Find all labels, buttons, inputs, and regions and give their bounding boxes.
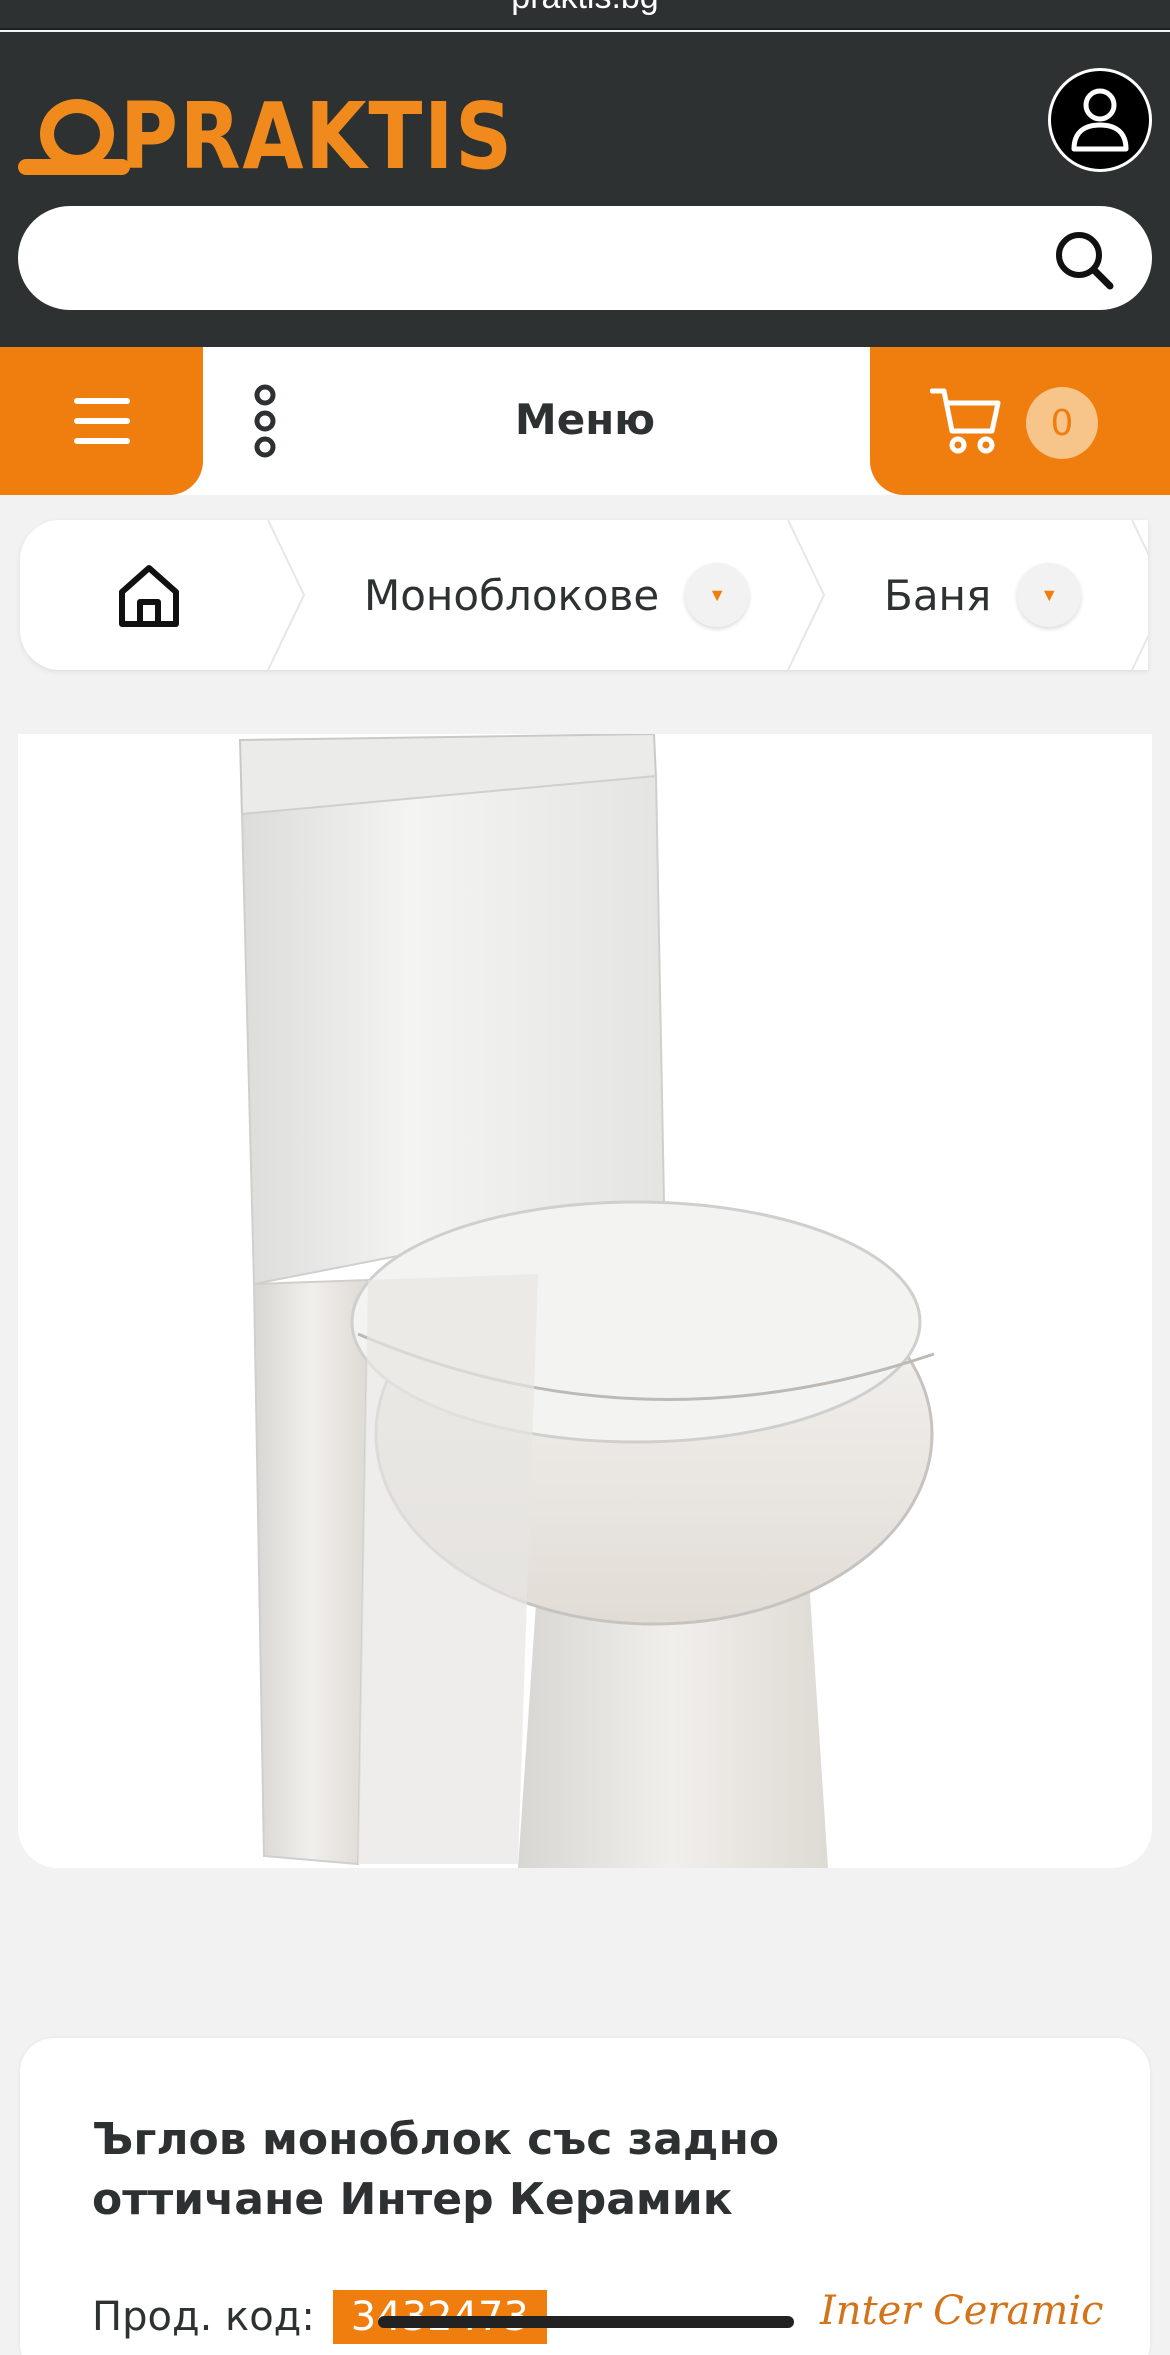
search-input[interactable] xyxy=(58,226,1018,290)
praktis-logo[interactable]: PRAKTIS xyxy=(18,82,578,192)
breadcrumb-item-label: Баня xyxy=(884,570,992,620)
breadcrumb-separator xyxy=(267,520,306,670)
home-icon[interactable] xyxy=(116,562,182,628)
search-icon[interactable] xyxy=(1052,228,1116,292)
cart-icon xyxy=(930,388,1001,454)
cart-button[interactable]: 0 xyxy=(870,347,1170,495)
product-image[interactable] xyxy=(18,734,1152,1868)
breadcrumb-item-banya[interactable]: Баня ▼ xyxy=(884,520,1082,670)
home-indicator[interactable] xyxy=(378,2316,794,2328)
chevron-down-icon[interactable]: ▼ xyxy=(1017,563,1082,627)
main-nav: Меню 0 xyxy=(0,347,1170,495)
logo-text: PRAKTIS xyxy=(119,83,514,190)
cart-count-badge: 0 xyxy=(1026,387,1098,459)
brand-logo[interactable]: Inter Ceramic xyxy=(820,2288,1104,2334)
user-icon xyxy=(1071,88,1129,152)
search-bar xyxy=(18,206,1152,310)
product-title: Ъглов моноблок със задно оттичане Интер … xyxy=(92,2114,780,2225)
hamburger-icon xyxy=(73,398,130,444)
menu-label[interactable]: Меню xyxy=(420,395,750,444)
logo-mark-icon xyxy=(18,99,130,175)
site-header: PRAKTIS xyxy=(0,32,1170,347)
breadcrumb: Моноблокове ▼ Баня ▼ xyxy=(20,520,1148,670)
url-text: praktis.bg xyxy=(511,0,658,14)
account-button[interactable] xyxy=(1048,68,1152,172)
hamburger-menu-button[interactable] xyxy=(0,347,203,495)
breadcrumb-separator xyxy=(1131,520,1148,670)
more-options-icon[interactable] xyxy=(250,383,280,459)
sku-label: Прод. код: xyxy=(92,2294,315,2340)
breadcrumb-separator xyxy=(787,520,826,670)
breadcrumb-item-label: Моноблокове xyxy=(364,570,660,620)
toilet-image xyxy=(238,734,935,1868)
browser-url-bar[interactable]: praktis.bg xyxy=(0,0,1170,30)
breadcrumb-item-monoblokove[interactable]: Моноблокове ▼ xyxy=(364,520,750,670)
product-info-card: Ъглов моноблок със задно оттичане Интер … xyxy=(20,2038,1150,2355)
chevron-down-icon[interactable]: ▼ xyxy=(685,563,750,627)
